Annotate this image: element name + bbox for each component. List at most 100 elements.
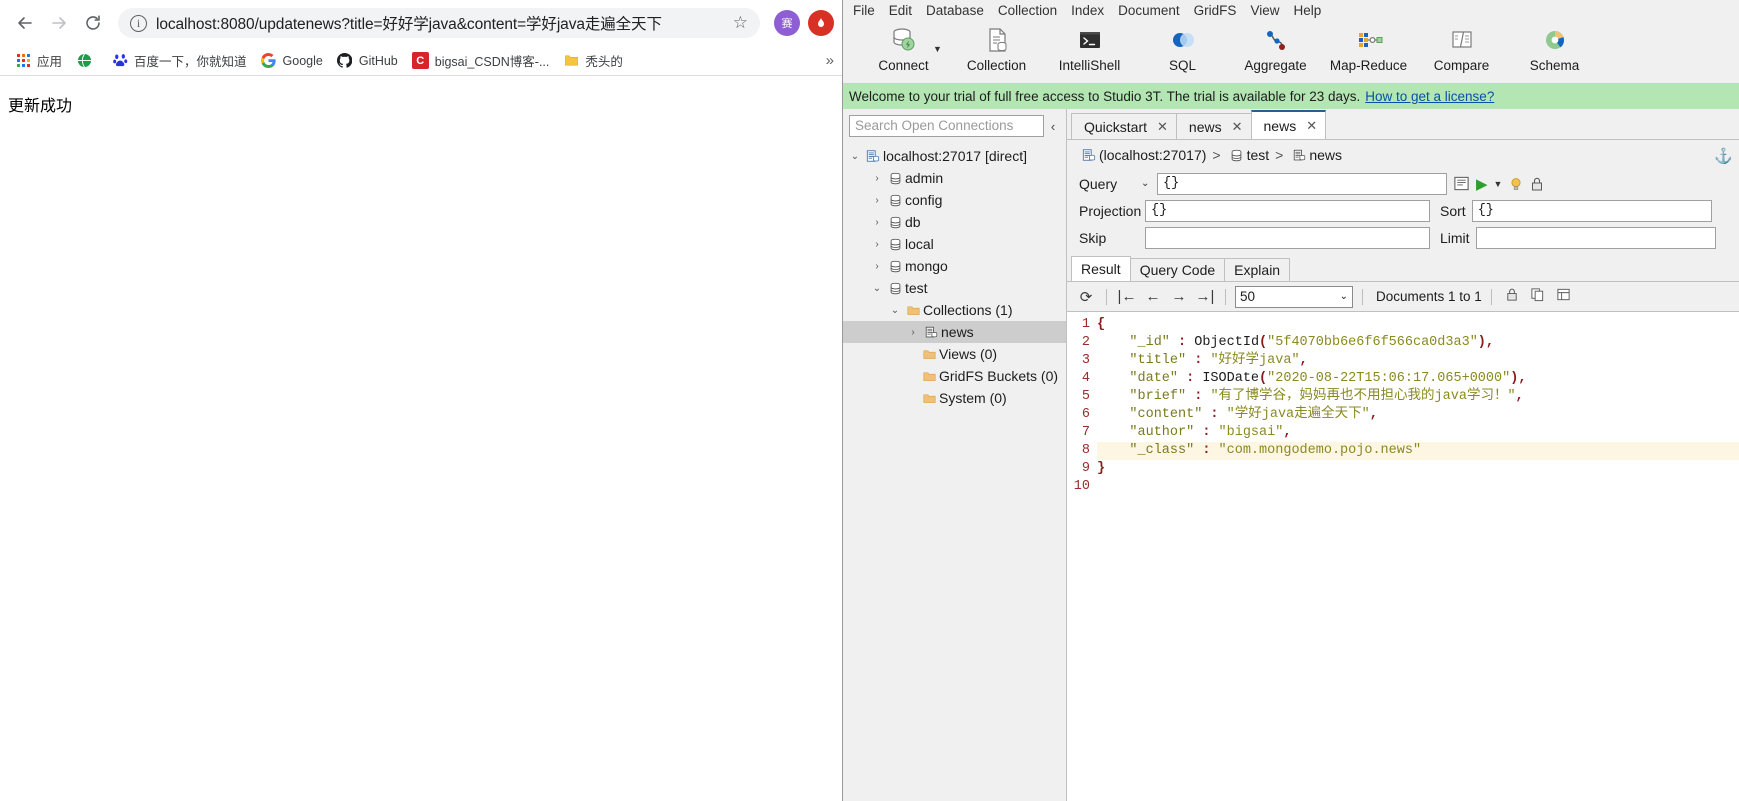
first-page-icon[interactable]: |← <box>1116 288 1138 305</box>
connect-dropdown-caret-icon[interactable]: ▼ <box>933 44 942 54</box>
extension-red-icon[interactable] <box>808 10 834 36</box>
copy-document-icon[interactable] <box>1527 287 1549 306</box>
breadcrumb-database[interactable]: test <box>1247 147 1270 163</box>
extension-purple-icon[interactable]: 赛 <box>774 10 800 36</box>
tree-item-views-folder[interactable]: Views (0) <box>843 343 1066 365</box>
bookmark-star-icon[interactable]: ☆ <box>733 13 748 33</box>
tree-item-db-test[interactable]: ⌄ test <box>843 277 1066 299</box>
bookmark-globe[interactable] <box>69 49 105 73</box>
ribbon-aggregate-button[interactable]: Aggregate <box>1229 18 1322 84</box>
run-query-button[interactable]: ▶ <box>1476 175 1488 193</box>
ribbon-sql-button[interactable]: SQL <box>1136 18 1229 84</box>
ribbon-schema-button[interactable]: Schema <box>1508 18 1601 84</box>
projection-input[interactable]: {} <box>1145 199 1430 222</box>
twisty-expanded-icon[interactable]: ⌄ <box>847 151 863 162</box>
document-line[interactable]: "title" : "好好学java", <box>1097 352 1739 370</box>
twisty-collapsed-icon[interactable]: › <box>869 195 885 206</box>
twisty-expanded-icon[interactable]: ⌄ <box>887 305 903 316</box>
tab-news-2[interactable]: news ✕ <box>1250 110 1327 139</box>
document-line[interactable]: "content" : "学好java走遍全天下", <box>1097 406 1739 424</box>
menu-view[interactable]: View <box>1246 3 1289 18</box>
tab-query-code[interactable]: Query Code <box>1129 258 1226 281</box>
lock-icon[interactable] <box>1501 287 1523 306</box>
chevron-down-icon[interactable]: ⌄ <box>1141 178 1157 189</box>
twisty-collapsed-icon[interactable]: › <box>905 327 921 338</box>
sort-input[interactable]: {} <box>1471 199 1712 222</box>
search-connections-input[interactable]: Search Open Connections <box>849 115 1044 137</box>
tab-explain[interactable]: Explain <box>1224 258 1291 281</box>
tree-item-db-local[interactable]: › local <box>843 233 1066 255</box>
breadcrumb-collection[interactable]: news <box>1309 147 1342 163</box>
skip-input[interactable] <box>1145 226 1430 249</box>
tab-result[interactable]: Result <box>1071 256 1131 281</box>
reload-button[interactable] <box>76 6 110 40</box>
bookmark-folder[interactable]: 秃头的 <box>556 49 630 73</box>
menu-edit[interactable]: Edit <box>885 3 922 18</box>
back-button[interactable] <box>8 6 42 40</box>
limit-input[interactable] <box>1475 226 1716 249</box>
document-line[interactable]: { <box>1097 316 1739 334</box>
address-bar[interactable]: i localhost:8080/updatenews?title=好好学jav… <box>118 8 760 38</box>
tree-item-collections-folder[interactable]: ⌄ Collections (1) <box>843 299 1066 321</box>
tab-quickstart[interactable]: Quickstart ✕ <box>1071 113 1177 139</box>
document-line[interactable]: "_class" : "com.mongodemo.pojo.news" <box>1097 442 1739 460</box>
close-icon[interactable]: ✕ <box>1306 118 1317 134</box>
lock-icon[interactable] <box>1530 176 1544 192</box>
document-code[interactable]: { "_id" : ObjectId("5f4070bb6e6f6f566ca0… <box>1093 312 1739 801</box>
site-info-icon[interactable]: i <box>130 14 147 32</box>
query-builder-icon[interactable] <box>1453 175 1470 192</box>
tree-item-db-mongo[interactable]: › mongo <box>843 255 1066 277</box>
menu-file[interactable]: File <box>849 3 885 18</box>
menu-gridfs[interactable]: GridFS <box>1190 3 1247 18</box>
page-size-select[interactable]: 50 ⌄ <box>1235 285 1353 308</box>
tree-item-gridfs-folder[interactable]: GridFS Buckets (0) <box>843 365 1066 387</box>
twisty-collapsed-icon[interactable]: › <box>869 239 885 250</box>
bookmark-google[interactable]: Google <box>254 49 330 73</box>
breadcrumb-server[interactable]: (localhost:27017) <box>1099 147 1206 163</box>
tree-item-db-config[interactable]: › config <box>843 189 1066 211</box>
document-json-view[interactable]: 1 2 3 4 5 6 7 8 9 10 { "_id" : ObjectId(… <box>1067 311 1739 801</box>
bookmarks-overflow-icon[interactable]: » <box>826 52 834 69</box>
document-line[interactable]: "_id" : ObjectId("5f4070bb6e6f6f566ca0d3… <box>1097 334 1739 352</box>
tree-item-system-folder[interactable]: System (0) <box>843 387 1066 409</box>
close-icon[interactable]: ✕ <box>1157 119 1168 135</box>
menu-help[interactable]: Help <box>1289 3 1331 18</box>
next-page-icon[interactable]: → <box>1168 288 1190 305</box>
run-dropdown-caret-icon[interactable]: ▼ <box>1494 179 1503 189</box>
forward-button[interactable] <box>42 6 76 40</box>
anchor-icon[interactable]: ⚓ <box>1714 147 1733 165</box>
url-text[interactable]: localhost:8080/updatenews?title=好好学java&… <box>156 12 725 34</box>
last-page-icon[interactable]: →| <box>1194 288 1216 305</box>
twisty-collapsed-icon[interactable]: › <box>869 217 885 228</box>
document-line[interactable]: } <box>1097 460 1739 478</box>
ribbon-map-reduce-button[interactable]: Map-Reduce <box>1322 18 1415 84</box>
twisty-collapsed-icon[interactable]: › <box>869 173 885 184</box>
ribbon-intellishell-button[interactable]: IntelliShell <box>1043 18 1136 84</box>
menu-database[interactable]: Database <box>922 3 994 18</box>
document-line[interactable]: "brief" : "有了博学谷，妈妈再也不用担心我的java学习！", <box>1097 388 1739 406</box>
tree-item-collection-news[interactable]: › news <box>843 321 1066 343</box>
ribbon-compare-button[interactable]: Compare <box>1415 18 1508 84</box>
query-input[interactable]: {} <box>1157 172 1447 195</box>
ribbon-collection-button[interactable]: Collection <box>950 18 1043 84</box>
collapse-panel-icon[interactable]: ‹ <box>1044 119 1062 134</box>
tree-item-db-admin[interactable]: › admin <box>843 167 1066 189</box>
document-line[interactable]: "date" : ISODate("2020-08-22T15:06:17.06… <box>1097 370 1739 388</box>
bookmark-csdn[interactable]: C bigsai_CSDN博客-... <box>405 49 557 73</box>
get-license-link[interactable]: How to get a license? <box>1365 89 1494 104</box>
menu-document[interactable]: Document <box>1114 3 1190 18</box>
menu-index[interactable]: Index <box>1067 3 1114 18</box>
tree-item-db-db[interactable]: › db <box>843 211 1066 233</box>
tree-item-connection-localhost[interactable]: ⌄ localhost:27017 [direct] <box>843 145 1066 167</box>
document-line[interactable]: "author" : "bigsai", <box>1097 424 1739 442</box>
twisty-collapsed-icon[interactable]: › <box>869 261 885 272</box>
close-icon[interactable]: ✕ <box>1232 119 1243 135</box>
tab-news-1[interactable]: news ✕ <box>1175 113 1252 139</box>
prev-page-icon[interactable]: ← <box>1142 288 1164 305</box>
twisty-expanded-icon[interactable]: ⌄ <box>869 283 885 294</box>
bookmark-baidu[interactable]: 百度一下，你就知道 <box>105 49 254 73</box>
refresh-icon[interactable]: ⟳ <box>1075 288 1097 306</box>
menu-collection[interactable]: Collection <box>994 3 1067 18</box>
ribbon-connect-button[interactable]: ▼ Connect <box>857 18 950 84</box>
view-mode-icon[interactable] <box>1553 287 1575 306</box>
